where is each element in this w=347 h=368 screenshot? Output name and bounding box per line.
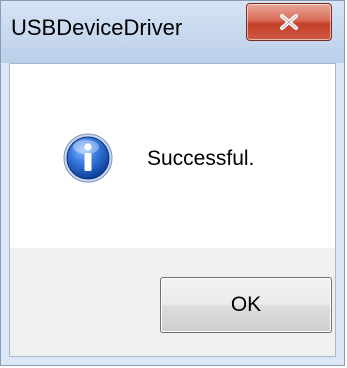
message-dialog: USBDeviceDriver Successful. OK — [0, 0, 345, 366]
message-area: Successful. — [10, 64, 335, 248]
message-text: Successful. — [147, 147, 255, 170]
title-bar[interactable]: USBDeviceDriver — [1, 1, 344, 63]
close-button[interactable] — [246, 3, 332, 41]
dialog-body: Successful. OK — [9, 63, 336, 357]
window-title: USBDeviceDriver — [11, 15, 183, 40]
ok-button[interactable]: OK — [160, 277, 332, 333]
info-icon — [63, 133, 113, 183]
close-icon — [280, 14, 298, 30]
